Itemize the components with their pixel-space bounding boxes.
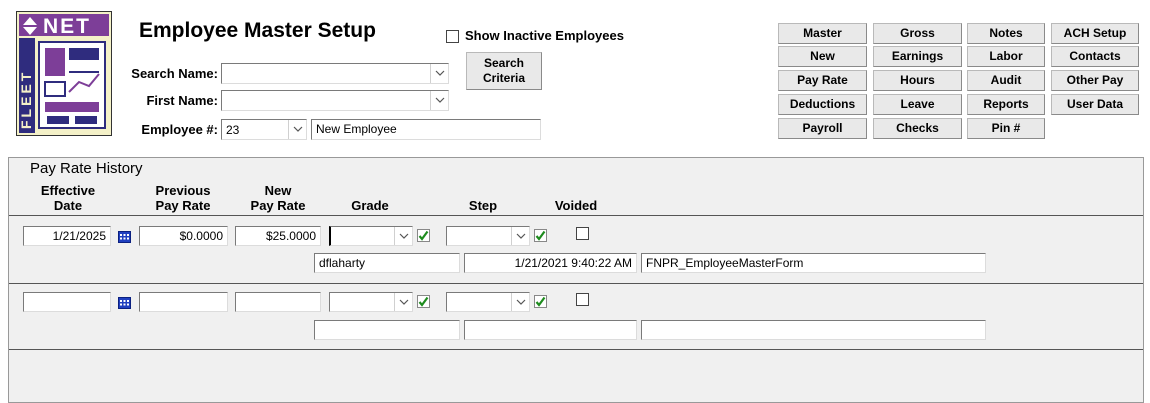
reports-button[interactable]: Reports	[967, 94, 1045, 115]
new-button[interactable]: New	[778, 46, 867, 67]
employee-number-dropdown-button[interactable]	[288, 120, 306, 139]
header-divider	[9, 215, 1143, 216]
chevron-down-icon	[293, 126, 302, 132]
row2-divider	[9, 349, 1143, 350]
chevron-down-icon	[516, 233, 525, 239]
search-criteria-button[interactable]: Search Criteria	[466, 52, 542, 90]
row2-source-field[interactable]	[641, 320, 986, 340]
green-check-icon	[417, 229, 430, 242]
pin-button[interactable]: Pin #	[967, 118, 1045, 139]
pay-rate-button[interactable]: Pay Rate	[778, 70, 867, 91]
checks-button[interactable]: Checks	[873, 118, 962, 139]
hours-button[interactable]: Hours	[873, 70, 962, 91]
labor-button[interactable]: Labor	[967, 46, 1045, 67]
row1-source-field[interactable]: FNPR_EmployeeMasterForm	[641, 253, 986, 273]
employee-number-value: 23	[226, 123, 240, 137]
row1-step-combo[interactable]	[446, 226, 530, 246]
col-header-new-pay-rate: New Pay Rate	[250, 183, 306, 213]
audit-button[interactable]: Audit	[967, 70, 1045, 91]
row2-new-pay-rate[interactable]	[235, 292, 321, 312]
row1-grade-check-icon[interactable]	[417, 229, 430, 242]
earnings-button[interactable]: Earnings	[873, 46, 962, 67]
row1-voided-checkbox[interactable]	[576, 227, 589, 240]
col-header-effective-date: Effective Date	[40, 183, 96, 213]
row2-grade-combo[interactable]	[329, 292, 413, 312]
employee-number-label: Employee #:	[141, 122, 218, 137]
row1-step-dropdown-button[interactable]	[511, 227, 529, 245]
first-name-combo[interactable]	[221, 90, 449, 111]
row2-previous-pay-rate[interactable]	[139, 292, 228, 312]
other-pay-button[interactable]: Other Pay	[1051, 70, 1139, 91]
col-header-step: Step	[468, 198, 498, 213]
chevron-down-icon	[435, 70, 444, 76]
calendar-icon	[117, 296, 131, 309]
col-header-voided: Voided	[554, 198, 598, 213]
row2-effective-date[interactable]	[23, 292, 111, 312]
col-header-previous-pay-rate: Previous Pay Rate	[155, 183, 211, 213]
employee-name-field[interactable]: New Employee	[311, 119, 541, 140]
chevron-down-icon	[399, 299, 408, 305]
chevron-down-icon	[516, 299, 525, 305]
show-inactive-label: Show Inactive Employees	[465, 28, 624, 43]
row2-user-field[interactable]	[314, 320, 460, 340]
contacts-button[interactable]: Contacts	[1051, 46, 1139, 67]
chevron-down-icon	[435, 97, 444, 103]
user-data-button[interactable]: User Data	[1051, 94, 1139, 115]
search-name-dropdown-button[interactable]	[430, 64, 448, 83]
leave-button[interactable]: Leave	[873, 94, 962, 115]
row2-voided-checkbox[interactable]	[576, 293, 589, 306]
row1-effective-date[interactable]: 1/21/2025	[23, 226, 111, 246]
first-name-dropdown-button[interactable]	[430, 91, 448, 110]
row1-previous-pay-rate[interactable]: $0.0000	[139, 226, 228, 246]
row2-grade-check-icon[interactable]	[417, 295, 430, 308]
svg-text:NET: NET	[43, 15, 91, 38]
gross-button[interactable]: Gross	[873, 23, 962, 44]
row1-calendar-button[interactable]	[117, 229, 131, 243]
page-title: Employee Master Setup	[139, 19, 376, 42]
row2-calendar-button[interactable]	[117, 295, 131, 309]
green-check-icon	[534, 229, 547, 242]
row1-timestamp-field[interactable]: 1/21/2021 9:40:22 AM	[464, 253, 637, 273]
search-name-combo[interactable]	[221, 63, 449, 84]
employee-number-combo[interactable]: 23	[221, 119, 307, 140]
row1-divider	[9, 283, 1143, 284]
row2-timestamp-field[interactable]	[464, 320, 637, 340]
search-name-label: Search Name:	[131, 66, 218, 81]
row2-step-combo[interactable]	[446, 292, 530, 312]
fleet-net-logo: NET FLEET	[16, 11, 112, 136]
row1-grade-dropdown-button[interactable]	[394, 227, 412, 245]
chevron-down-icon	[399, 233, 408, 239]
show-inactive-checkbox[interactable]	[446, 30, 459, 43]
payroll-button[interactable]: Payroll	[778, 118, 867, 139]
row1-new-pay-rate[interactable]: $25.0000	[235, 226, 321, 246]
row2-step-check-icon[interactable]	[534, 295, 547, 308]
master-button[interactable]: Master	[778, 23, 867, 44]
svg-text:FLEET: FLEET	[18, 70, 34, 129]
row2-grade-dropdown-button[interactable]	[394, 293, 412, 311]
first-name-label: First Name:	[146, 93, 218, 108]
deductions-button[interactable]: Deductions	[778, 94, 867, 115]
notes-button[interactable]: Notes	[967, 23, 1045, 44]
fleet-net-logo-icon: NET FLEET	[17, 12, 111, 135]
col-header-grade: Grade	[351, 198, 389, 213]
calendar-icon	[117, 230, 131, 243]
row1-user-field[interactable]: dflaharty	[314, 253, 460, 273]
row1-step-check-icon[interactable]	[534, 229, 547, 242]
green-check-icon	[417, 295, 430, 308]
green-check-icon	[534, 295, 547, 308]
row2-step-dropdown-button[interactable]	[511, 293, 529, 311]
pay-rate-history-title: Pay Rate History	[30, 160, 143, 177]
ach-setup-button[interactable]: ACH Setup	[1051, 23, 1139, 44]
row1-grade-combo[interactable]	[329, 226, 413, 246]
